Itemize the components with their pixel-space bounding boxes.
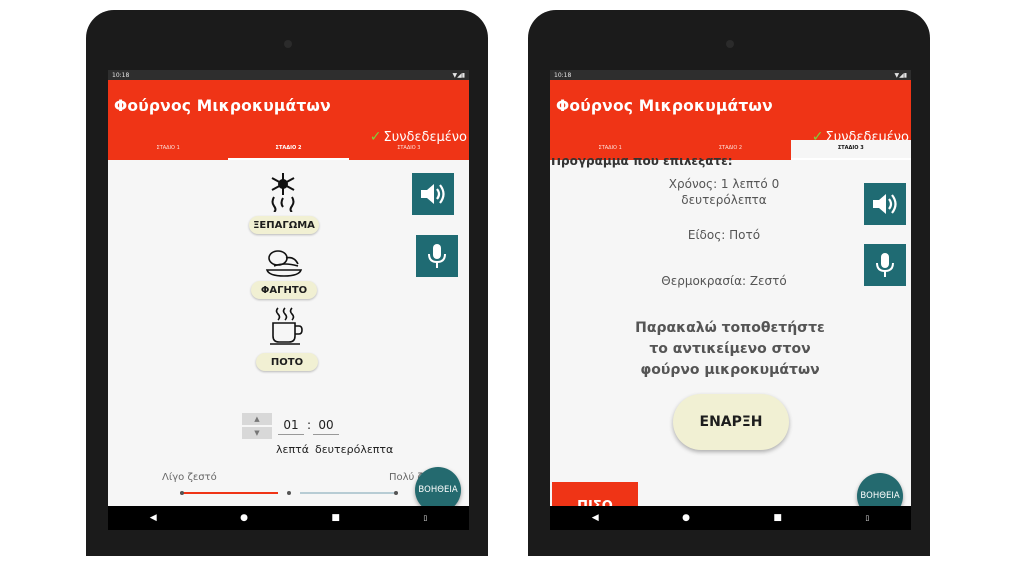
tab-bar: ΣΤΑΔΙΟ 1 ΣΤΑΔΙΟ 2 ΣΤΑΔΙΟ 3 — [550, 140, 911, 160]
app-bar: Φούρνος Μικροκυμάτων ✓ Συνδεδεμένο ΣΤΑΔΙ… — [108, 80, 469, 160]
increment-arrow-icon[interactable]: ▲ — [242, 413, 272, 425]
camera — [726, 40, 734, 48]
start-button[interactable]: ΕΝΑΡΞΗ — [673, 394, 789, 450]
home-nav-icon[interactable]: ● — [682, 513, 690, 523]
defrost-icon[interactable] — [264, 170, 302, 213]
microphone-button[interactable] — [416, 235, 458, 277]
status-time: 10:18 — [112, 71, 130, 79]
status-bar: 10:18 ▼◢▮ — [108, 70, 469, 80]
back-nav-icon[interactable]: ◀ — [592, 513, 599, 523]
microphone-icon — [876, 253, 894, 277]
back-nav-icon[interactable]: ◀ — [150, 513, 157, 523]
speaker-icon — [873, 194, 897, 214]
slider-thumb[interactable] — [287, 491, 291, 495]
tab-stage-1[interactable]: ΣΤΑΔΙΟ 1 — [108, 140, 228, 160]
temperature-slider[interactable] — [180, 488, 398, 498]
tab-stage-3[interactable]: ΣΤΑΔΙΟ 3 — [790, 140, 911, 160]
recents-nav-icon[interactable]: ■ — [773, 513, 782, 523]
tab-stage-3[interactable]: ΣΤΑΔΙΟ 3 — [349, 140, 469, 160]
defrost-button[interactable]: ΞΕΠΑΓΩΜΑ — [249, 216, 319, 234]
app-title: Φούρνος Μικροκυμάτων — [556, 97, 773, 115]
instruction-text: Παρακαλώ τοποθετήστε το αντικείμενο στον… — [590, 318, 870, 381]
speaker-button[interactable] — [864, 183, 906, 225]
stage-2-content: ΞΕΠΑΓΩΜΑ ΦΑΓΗΤΟ ΠΟΤΟ ▲ ▼ 01: 00 λεπτά δ… — [108, 160, 469, 530]
rotate-nav-icon[interactable]: ▯ — [423, 514, 427, 522]
app-title: Φούρνος Μικροκυμάτων — [114, 97, 331, 115]
tablet-stage-2: 10:18 ▼◢▮ Φούρνος Μικροκυμάτων ✓ Συνδεδε… — [86, 10, 488, 556]
instruction-line-1: Παρακαλώ τοποθετήστε — [635, 320, 825, 336]
minutes-stepper[interactable]: ▲ ▼ — [242, 413, 272, 439]
battery-icon: ▼◢▮ — [894, 71, 907, 79]
stage-3-content: Πρόγραμμα που επιλέξατε: Χρόνος: 1 λεπτό… — [550, 158, 911, 530]
selected-time-line-2: δευτερόλεπτα — [681, 193, 767, 207]
seconds-label: δευτερόλεπτα — [315, 443, 394, 456]
page: 10:18 ▼◢▮ Φούρνος Μικροκυμάτων ✓ Συνδεδε… — [0, 0, 1034, 564]
timer-separator: : — [307, 418, 312, 432]
rotate-nav-icon[interactable]: ▯ — [865, 514, 869, 522]
navigation-bar: ◀ ● ■ ▯ — [108, 506, 469, 530]
microphone-icon — [428, 244, 446, 268]
speaker-button[interactable] — [412, 173, 454, 215]
microphone-button[interactable] — [864, 244, 906, 286]
screen: 10:18 ▼◢▮ Φούρνος Μικροκυμάτων ✓ Συνδεδε… — [108, 70, 469, 530]
selected-time: Χρόνος: 1 λεπτό 0 δευτερόλεπτα — [620, 176, 828, 208]
tab-stage-2[interactable]: ΣΤΑΔΙΟ 2 — [670, 140, 790, 160]
instruction-line-3: φούρνο μικροκυμάτων — [640, 362, 820, 378]
screen: 10:18 ▼◢▮ Φούρνος Μικροκυμάτων ✓ Συνδεδε… — [550, 70, 911, 530]
navigation-bar: ◀ ● ■ ▯ — [550, 506, 911, 530]
food-button[interactable]: ΦΑΓΗΤΟ — [251, 281, 317, 299]
program-heading: Πρόγραμμα που επιλέξατε: — [551, 158, 733, 168]
seconds-field[interactable]: 00 — [313, 418, 339, 435]
drink-button[interactable]: ΠΟΤΟ — [256, 353, 318, 371]
battery-icon: ▼◢▮ — [452, 71, 465, 79]
tab-stage-2[interactable]: ΣΤΑΔΙΟ 2 — [228, 140, 349, 160]
status-bar: 10:18 ▼◢▮ — [550, 70, 911, 80]
food-icon[interactable] — [264, 248, 304, 280]
app-bar: Φούρνος Μικροκυμάτων ✓ Συνδεδεμένο ΣΤΑΔΙ… — [550, 80, 911, 160]
speaker-icon — [421, 184, 445, 204]
low-heat-label: Λίγο ζεστό — [162, 472, 217, 483]
tablet-stage-3: 10:18 ▼◢▮ Φούρνος Μικροκυμάτων ✓ Συνδεδε… — [528, 10, 930, 556]
minutes-label: λεπτά — [276, 443, 309, 456]
home-nav-icon[interactable]: ● — [240, 513, 248, 523]
decrement-arrow-icon[interactable]: ▼ — [242, 427, 272, 439]
drink-icon[interactable] — [268, 306, 304, 346]
minutes-field[interactable]: 01 — [278, 418, 304, 435]
instruction-line-2: το αντικείμενο στον — [649, 341, 811, 357]
camera — [284, 40, 292, 48]
selected-type: Είδος: Ποτό — [687, 228, 761, 242]
tab-stage-1[interactable]: ΣΤΑΔΙΟ 1 — [550, 140, 670, 160]
selected-temperature: Θερμοκρασία: Ζεστό — [661, 274, 787, 288]
tab-bar: ΣΤΑΔΙΟ 1 ΣΤΑΔΙΟ 2 ΣΤΑΔΙΟ 3 — [108, 140, 469, 160]
selected-time-line-1: Χρόνος: 1 λεπτό 0 — [668, 177, 780, 191]
recents-nav-icon[interactable]: ■ — [331, 513, 340, 523]
status-time: 10:18 — [554, 71, 572, 79]
